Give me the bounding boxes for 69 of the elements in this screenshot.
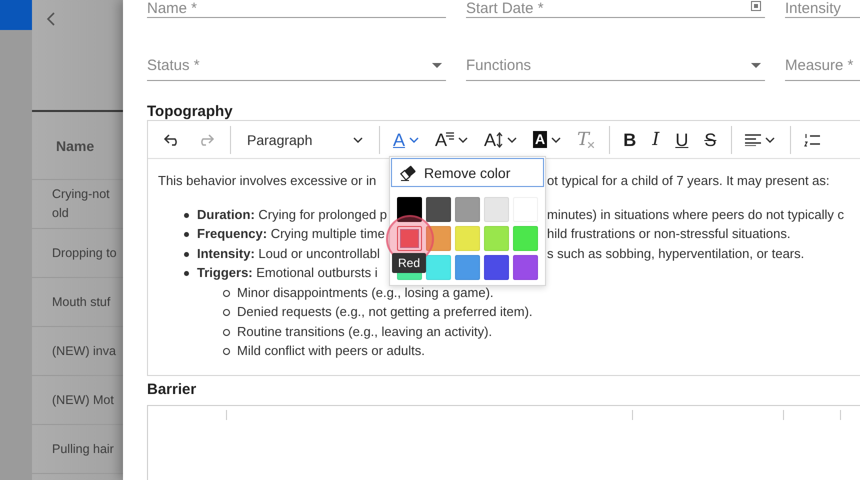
nav-bar	[0, 0, 32, 30]
bullet-icon	[184, 252, 189, 256]
remove-color-button[interactable]: Remove color	[391, 158, 544, 187]
bullet-icon	[184, 271, 189, 276]
chevron-down-icon	[409, 136, 420, 142]
chevron-down-icon	[458, 136, 468, 142]
bullet-icon	[223, 328, 230, 336]
font-color-button[interactable]: A	[388, 124, 424, 154]
bullet-icon	[184, 212, 189, 218]
color-swatch[interactable]	[513, 255, 538, 280]
bullet-icon	[184, 232, 189, 237]
list-item-text: s such as sobbing, hyperventilation, or tears.	[547, 244, 804, 263]
table-cell-text: (NEW) inva	[52, 342, 117, 360]
section-heading: Barrier	[147, 381, 198, 398]
color-swatch[interactable]	[426, 226, 451, 251]
color-swatch[interactable]	[484, 255, 509, 280]
numbered-list-icon	[804, 132, 820, 146]
align-left-icon	[745, 134, 762, 146]
list-item-text: Minor disappointments (e.g., losing a game).	[237, 284, 494, 300]
color-swatch[interactable]	[397, 226, 422, 251]
tooltip: Red	[392, 253, 426, 273]
color-swatch[interactable]	[513, 226, 538, 251]
caret-icon	[432, 62, 442, 68]
chevron-down-icon	[765, 136, 776, 142]
bullet-icon	[223, 348, 230, 355]
color-swatch[interactable]	[455, 255, 480, 280]
list-item-text: Intensity: Loud or uncontrollabl	[197, 244, 381, 263]
table-cell-text: Dropping to	[52, 244, 118, 262]
chevron-down-icon	[507, 136, 518, 142]
paragraph-text: This behavior involves excessive or in	[158, 172, 378, 190]
font-family-button[interactable]: A	[430, 124, 474, 154]
table-cell-text: Crying-not old	[52, 186, 111, 222]
calendar-icon	[751, 1, 761, 11]
paragraph-dropdown[interactable]: Paragraph	[239, 124, 369, 154]
lines-icon	[446, 132, 454, 142]
highlight-button[interactable]: A	[528, 124, 566, 154]
color-swatch[interactable]	[397, 197, 422, 222]
color-swatch[interactable]	[455, 197, 480, 222]
table-cell-text: Mouth stuf	[52, 294, 112, 310]
list-item-text: Mild conflict with peers or adults.	[237, 343, 425, 358]
underline-button[interactable]: U	[670, 124, 694, 154]
color-swatch[interactable]	[484, 197, 509, 222]
chevron-down-icon	[353, 136, 363, 142]
color-swatch[interactable]	[426, 255, 451, 280]
back-chevron-icon	[46, 12, 56, 26]
font-size-button[interactable]: A	[479, 124, 522, 154]
list-item-text: Routine transitions (e.g., leaving an activity).	[237, 324, 492, 338]
caret-icon	[751, 62, 761, 68]
bullet-icon	[223, 309, 230, 316]
list-item-text: Denied requests (e.g., not getting a preferred item).	[237, 304, 533, 319]
list-item-text: minutes) in situations where peers do not typically c	[547, 206, 844, 224]
table-cell-text: Pulling hair	[52, 440, 115, 458]
list-item-text: Triggers: Emotional outbursts i	[197, 264, 379, 282]
column-header: Name	[56, 138, 94, 154]
bullet-icon	[223, 290, 230, 296]
list-item-text: hild frustrations or non-stressful situations.	[547, 225, 790, 243]
italic-button[interactable]: I	[647, 124, 664, 154]
list-item-text: Duration: Crying for prolonged p	[197, 206, 388, 224]
paragraph-text: ot typical for a child of 7 years. It may present as:	[547, 172, 830, 190]
section-heading: Topography	[147, 103, 234, 120]
strike-button[interactable]: S	[699, 124, 722, 154]
color-swatch[interactable]	[455, 226, 480, 251]
bold-button[interactable]: B	[618, 124, 642, 154]
up-down-arrow-icon	[496, 132, 504, 148]
table-cell-text: (NEW) Mot	[52, 392, 115, 409]
list-item-text: Frequency: Crying multiple time	[197, 225, 386, 243]
chevron-down-icon	[551, 136, 562, 142]
color-swatch[interactable]	[484, 226, 509, 251]
color-swatch[interactable]	[426, 197, 451, 222]
